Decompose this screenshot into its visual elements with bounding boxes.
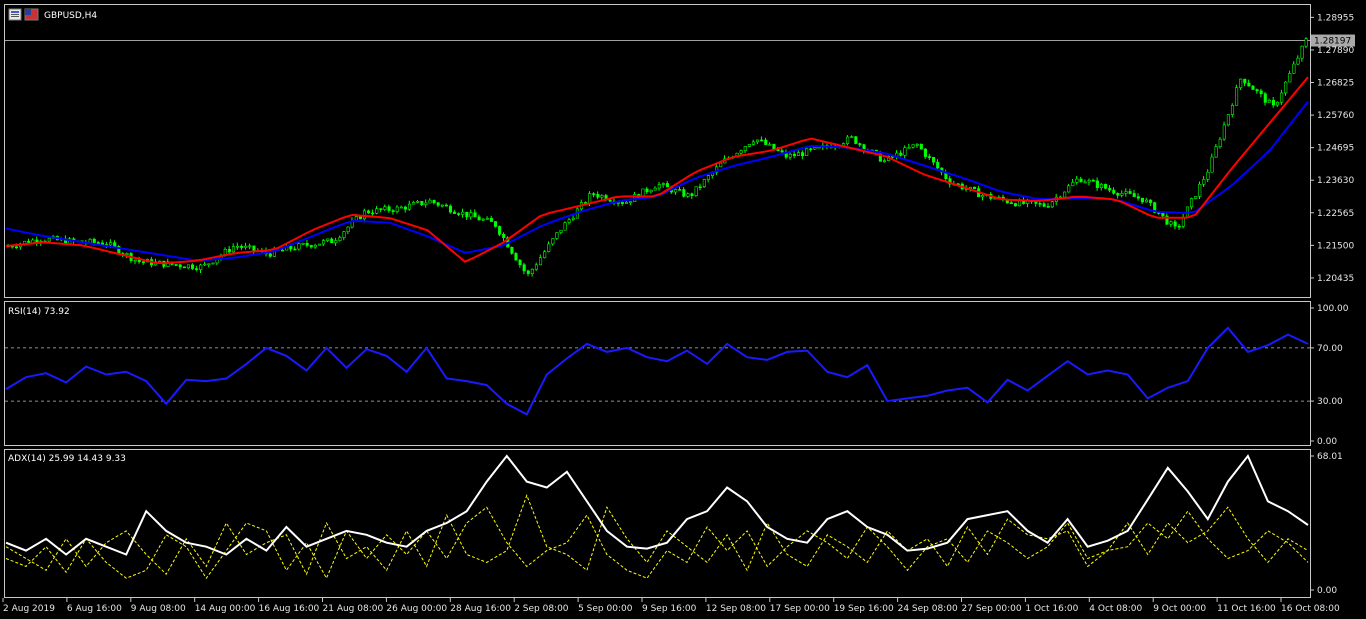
candle	[1104, 183, 1108, 190]
adx-title: ADX(14) 25.99 14.43 9.33	[8, 454, 126, 464]
candle	[702, 178, 706, 188]
time-tick-label: 16 Aug 16:00	[259, 604, 320, 614]
price-tick-label: 1.22565	[1317, 209, 1354, 219]
price-tick-label: 1.24695	[1317, 144, 1354, 154]
candle	[510, 246, 514, 255]
price-tick-label: 1.28955	[1317, 13, 1354, 23]
time-tick-label: 14 Aug 00:00	[195, 604, 256, 614]
candle	[1226, 114, 1230, 127]
main-price-axis: 1.28955 1.27890 1.26825 1.25760 1.24695 1.236…	[1310, 13, 1354, 284]
candle	[973, 186, 977, 190]
current-price-label: 1.28197	[1314, 37, 1351, 47]
rsi-tick-label: 100.00	[1317, 304, 1349, 314]
candle	[854, 136, 858, 145]
candle	[498, 225, 502, 237]
price-tick-label: 1.20435	[1317, 274, 1354, 284]
time-tick-label: 4 Oct 08:00	[1089, 604, 1142, 614]
time-tick-label: 5 Sep 00:00	[578, 604, 633, 614]
time-tick-label: 9 Oct 00:00	[1153, 604, 1206, 614]
chart-background	[0, 0, 1366, 619]
symbol-title: GBPUSD,H4	[44, 11, 97, 21]
adx-tick-label: 68.01	[1317, 452, 1343, 462]
price-tick-label: 1.23630	[1317, 176, 1354, 186]
flag-icon	[24, 8, 39, 21]
rsi-tick-label: 0.00	[1317, 437, 1337, 447]
time-tick-label: 16 Oct 08:00	[1281, 604, 1340, 614]
time-tick-label: 26 Aug 00:00	[386, 604, 447, 614]
time-tick-label: 1 Oct 16:00	[1025, 604, 1078, 614]
time-tick-label: 17 Sep 00:00	[770, 604, 830, 614]
price-tick-label: 1.27890	[1317, 46, 1354, 56]
chart-root: GBPUSD,H4 1.289551.278901.268251.257601.…	[0, 0, 1366, 619]
time-tick-label: 28 Aug 16:00	[450, 604, 511, 614]
candle	[1251, 85, 1255, 90]
rsi-tick-label: 30.00	[1317, 397, 1343, 407]
time-tick-label: 21 Aug 08:00	[323, 604, 384, 614]
time-tick-label: 12 Sep 08:00	[706, 604, 766, 614]
time-tick-label: 9 Sep 16:00	[642, 604, 697, 614]
price-tick-label: 1.25760	[1317, 111, 1354, 121]
time-tick-label: 2 Sep 08:00	[514, 604, 569, 614]
price-tick-label: 1.21500	[1317, 241, 1354, 251]
candle	[1235, 84, 1239, 106]
rsi-title: RSI(14) 73.92	[8, 307, 70, 317]
candle	[747, 144, 751, 148]
time-tick-label: 27 Sep 00:00	[962, 604, 1022, 614]
candle	[211, 262, 215, 265]
candle	[1194, 196, 1198, 200]
candle	[1050, 201, 1054, 209]
time-tick-label: 6 Aug 16:00	[67, 604, 122, 614]
candle	[543, 250, 547, 259]
candle	[805, 147, 809, 157]
candle	[694, 186, 698, 197]
adx-tick-label: 0.00	[1317, 586, 1337, 596]
time-tick-label: 24 Sep 08:00	[898, 604, 958, 614]
rsi-tick-label: 70.00	[1317, 344, 1343, 354]
candle	[919, 143, 923, 150]
time-tick-label: 11 Oct 16:00	[1217, 604, 1276, 614]
time-tick-label: 9 Aug 08:00	[131, 604, 186, 614]
candle	[317, 243, 322, 246]
candle	[514, 252, 518, 261]
price-tick-label: 1.26825	[1317, 78, 1354, 88]
chart-window-icon[interactable]	[8, 8, 22, 21]
candle	[493, 221, 498, 228]
candle	[563, 221, 567, 231]
time-tick-label: 2 Aug 2019	[3, 604, 55, 614]
candle	[1198, 181, 1202, 199]
time-tick-label: 19 Sep 16:00	[834, 604, 894, 614]
